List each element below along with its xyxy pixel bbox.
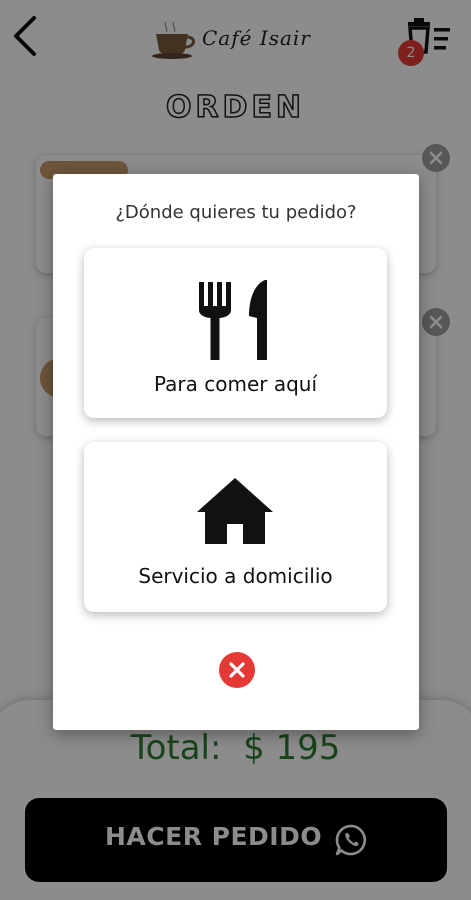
fork-knife-icon: [199, 280, 267, 360]
close-icon: [229, 662, 245, 678]
delivery-label: Servicio a domicilio: [138, 564, 333, 588]
dine-in-label: Para comer aquí: [153, 372, 318, 396]
order-type-dialog: ¿Dónde quieres tu pedido? Para comer aqu…: [53, 174, 419, 730]
dine-in-option[interactable]: Para comer aquí: [84, 248, 387, 418]
close-dialog-button[interactable]: [219, 652, 255, 688]
delivery-option[interactable]: Servicio a domicilio: [84, 442, 387, 612]
house-icon: [197, 478, 273, 544]
dialog-question: ¿Dónde quieres tu pedido?: [115, 202, 357, 223]
